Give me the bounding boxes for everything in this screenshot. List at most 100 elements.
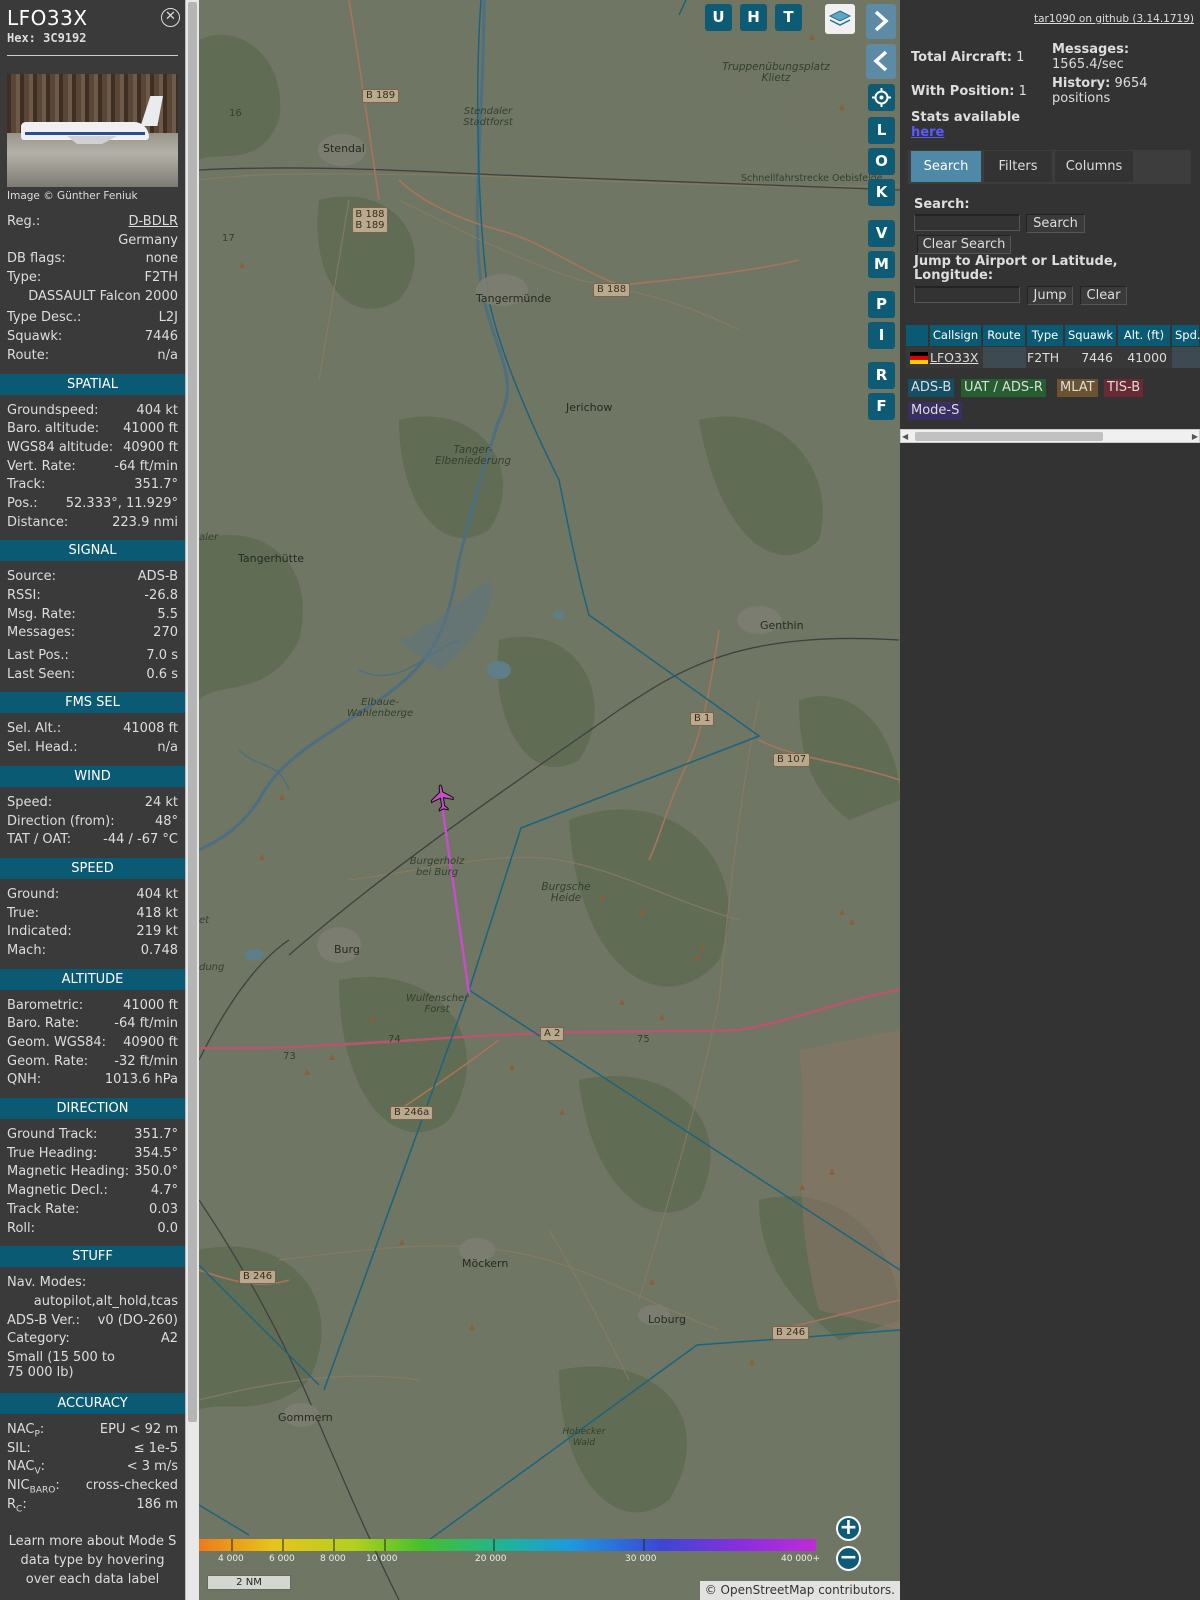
- toggle-k-button[interactable]: K: [868, 179, 895, 206]
- speed-value: 0.748: [140, 942, 178, 958]
- clear-search-button[interactable]: Clear Search: [917, 235, 1011, 254]
- legend-mlat: MLAT: [1057, 379, 1098, 397]
- zoom-out-button[interactable]: −: [836, 1546, 861, 1571]
- direction-value: 0.0: [157, 1220, 178, 1236]
- km-label: 75: [637, 1034, 650, 1045]
- col-speed[interactable]: Spd.: [1172, 325, 1200, 346]
- accuracy-label: RC:: [7, 1496, 27, 1515]
- speed-rows: Ground: 404 kt True: 418 kt Indicated: 219 kt…: [0, 886, 185, 961]
- github-link[interactable]: tar1090 on github (3.14.1719): [1034, 13, 1194, 25]
- accuracy-value: < 3 m/s: [126, 1459, 178, 1475]
- signal-row: RSSI: -26.8: [0, 587, 185, 606]
- reg-link[interactable]: D-BDLR: [129, 213, 178, 232]
- toggle-h-button[interactable]: H: [740, 4, 767, 31]
- legend-uat: UAT / ADS-R: [961, 379, 1046, 397]
- reg-label: Reg.:: [7, 214, 41, 229]
- toggle-f-button[interactable]: F: [868, 393, 895, 420]
- search-button[interactable]: Search: [1026, 214, 1085, 233]
- dbflags-row: DB flags: none: [0, 250, 185, 269]
- toggle-p-button[interactable]: P: [868, 291, 895, 318]
- col-altitude[interactable]: Alt. (ft): [1118, 325, 1171, 346]
- tab-filters[interactable]: Filters: [984, 151, 1052, 182]
- aircraft-photo[interactable]: [7, 74, 178, 187]
- search-input[interactable]: [914, 214, 1020, 231]
- aircraft-list-panel: tar1090 on github (3.14.1719) Total Airc…: [900, 0, 1200, 1600]
- direction-value: 351.7°: [134, 1127, 178, 1143]
- signal-row: Source: ADS-B: [0, 568, 185, 587]
- scrollbar-thumb[interactable]: [915, 432, 1103, 441]
- selected-callsign: LFO33X: [7, 6, 88, 30]
- map-attribution[interactable]: © OpenStreetMap contributors.: [699, 1581, 900, 1600]
- toggle-v-button[interactable]: V: [868, 220, 895, 247]
- table-horizontal-scrollbar[interactable]: ◀ ▶: [900, 429, 1200, 443]
- signal-row: Last Pos.: 7.0 s: [0, 647, 185, 666]
- close-icon[interactable]: ✕: [161, 8, 180, 27]
- accuracy-label: SIL:: [7, 1440, 31, 1456]
- aircraft-marker-icon: [430, 784, 454, 812]
- altitude-scale-tick: 30 000: [625, 1554, 657, 1564]
- direction-row: Magnetic Decl.: 4.7°: [0, 1182, 185, 1201]
- altitude-label: QNH:: [7, 1072, 42, 1088]
- chevron-left-icon: [873, 50, 888, 72]
- jump-button[interactable]: Jump: [1027, 286, 1073, 305]
- toggle-u-button[interactable]: U: [705, 4, 732, 31]
- altitude-scale-tick: 40 000+: [781, 1554, 821, 1564]
- wind-label: Direction (from):: [7, 813, 115, 829]
- zoom-in-button[interactable]: +: [836, 1516, 861, 1541]
- info-header: LFO33X Hex: 3C9192 ✕: [0, 0, 185, 55]
- stats-link[interactable]: here: [911, 125, 944, 140]
- spatial-rows: Groundspeed: 404 kt Baro. altitude: 41000 f…: [0, 402, 185, 533]
- legend-adsb: ADS-B: [908, 379, 955, 397]
- tab-columns[interactable]: Columns: [1055, 151, 1133, 182]
- type-full-value: DASSAULT Falcon 2000: [28, 288, 178, 304]
- toggle-m-button[interactable]: M: [868, 251, 895, 278]
- altitude-label: Baro. Rate:: [7, 1016, 80, 1032]
- scrollbar-thumb[interactable]: [188, 2, 197, 1422]
- toggle-o-button[interactable]: O: [868, 148, 895, 175]
- tab-search[interactable]: Search: [911, 151, 981, 182]
- altitude-row: Baro. Rate: -64 ft/min: [0, 1015, 185, 1034]
- speed-label: Ground:: [7, 886, 60, 902]
- collapse-sidebar-button[interactable]: [866, 44, 896, 79]
- col-squawk[interactable]: Squawk: [1065, 325, 1117, 346]
- section-fms: FMS SEL: [0, 692, 185, 714]
- clear-button[interactable]: Clear: [1080, 286, 1127, 305]
- toggle-t-button[interactable]: T: [775, 4, 802, 31]
- col-callsign[interactable]: Callsign: [930, 325, 982, 346]
- search-label: Search:: [914, 197, 970, 212]
- direction-row: Ground Track: 351.7°: [0, 1126, 185, 1145]
- signal-value: ADS-B: [137, 569, 178, 585]
- signal-row: Msg. Rate: 5.5: [0, 606, 185, 625]
- adsb-version-value: v0 (DO-260): [97, 1312, 178, 1328]
- altitude-color-scale: [199, 1539, 816, 1551]
- gear-icon: [872, 88, 891, 107]
- jump-input[interactable]: [914, 286, 1020, 303]
- road-label: B 1: [690, 712, 715, 726]
- col-route[interactable]: Route: [983, 325, 1026, 346]
- toggle-r-button[interactable]: R: [868, 362, 895, 389]
- layers-button[interactable]: [825, 4, 855, 34]
- signal-row: Messages: 270: [0, 624, 185, 643]
- direction-row: Magnetic Heading: 350.0°: [0, 1163, 185, 1182]
- row-callsign[interactable]: LFO33X: [930, 347, 982, 368]
- settings-button[interactable]: [868, 84, 895, 111]
- col-type[interactable]: Type: [1027, 325, 1064, 346]
- direction-value: 4.7°: [150, 1183, 178, 1199]
- scroll-left-icon[interactable]: ◀: [902, 432, 908, 441]
- wind-value: 48°: [154, 813, 178, 829]
- toggle-l-button[interactable]: L: [868, 117, 895, 144]
- speed-label: Indicated:: [7, 924, 72, 940]
- area-label: Wulfenscher Forst: [406, 993, 469, 1015]
- fms-label: Sel. Head.:: [7, 740, 78, 756]
- typedesc-row: Type Desc.: L2J: [0, 309, 185, 328]
- speed-value: 404 kt: [136, 886, 178, 902]
- expand-sidebar-button[interactable]: [866, 4, 896, 39]
- map-view[interactable]: Stendal Tangermünde Jerichow Tangerhütte…: [199, 0, 900, 1600]
- spatial-row: WGS84 altitude: 40900 ft: [0, 439, 185, 458]
- signal-value: 270: [153, 625, 178, 641]
- toggle-i-button[interactable]: I: [868, 322, 895, 349]
- scroll-right-icon[interactable]: ▶: [1192, 432, 1198, 441]
- route-value: n/a: [157, 347, 178, 363]
- info-panel-scrollbar[interactable]: [185, 0, 199, 1600]
- altitude-rows: Barometric: 41000 ft Baro. Rate: -64 ft/min…: [0, 997, 185, 1090]
